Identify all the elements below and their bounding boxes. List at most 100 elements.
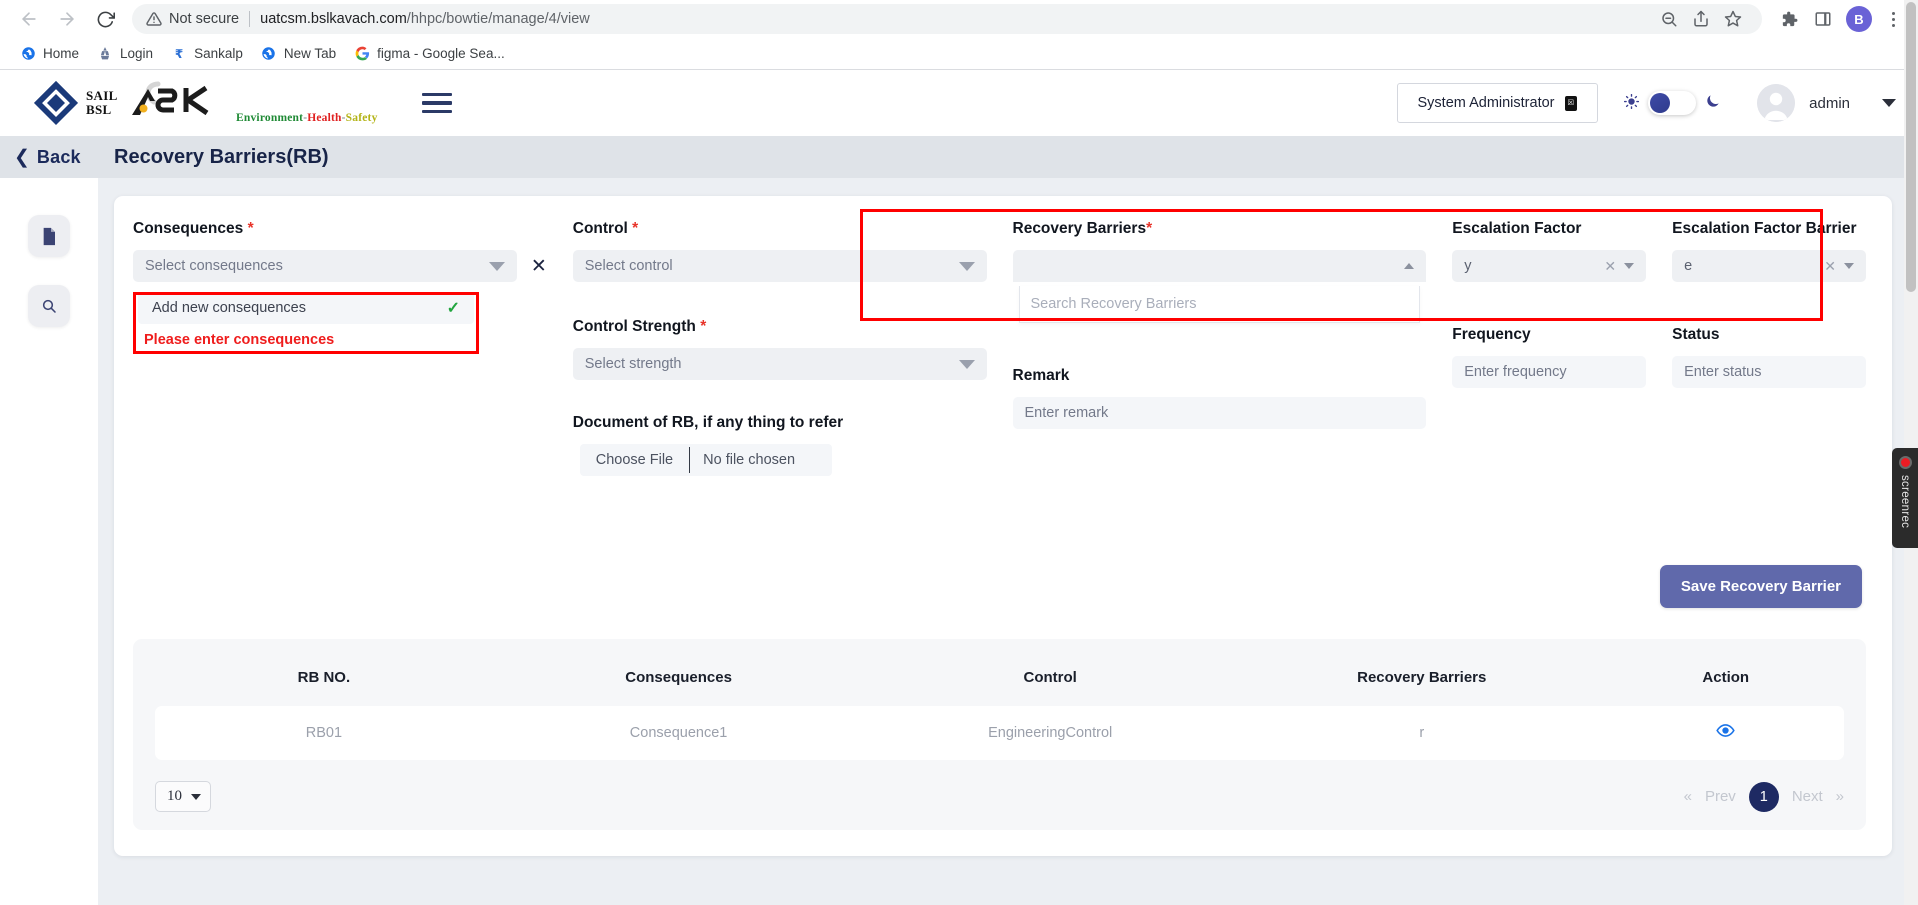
form-row-1: Consequences * Select consequences ✕ Add… bbox=[133, 220, 1866, 476]
search-icon[interactable] bbox=[28, 285, 70, 327]
file-input[interactable]: Choose File No file chosen bbox=[579, 444, 832, 476]
required-marker: * bbox=[1146, 220, 1153, 237]
page-size-value: 10 bbox=[167, 788, 182, 804]
bookmark-figma-search[interactable]: figma - Google Sea... bbox=[346, 42, 513, 66]
remark-input[interactable]: Enter remark bbox=[1012, 397, 1427, 429]
table-body: RB01 Consequence1 EngineeringControl r bbox=[155, 706, 1844, 760]
page-size-select[interactable]: 10 bbox=[155, 781, 211, 812]
escalation-factor-label: Escalation Factor bbox=[1452, 220, 1582, 237]
pagination-last[interactable]: » bbox=[1836, 788, 1844, 805]
side-panel-icon[interactable] bbox=[1808, 4, 1838, 34]
bookmark-sankalp[interactable]: ₹ Sankalp bbox=[163, 42, 251, 66]
document-label: Document of RB, if any thing to refer bbox=[572, 414, 844, 431]
bookmark-new-tab[interactable]: New Tab bbox=[253, 42, 344, 66]
chevron-left-icon: ❮ bbox=[14, 146, 30, 168]
page-body: ❮ Back Recovery Barriers(RB) Consequence… bbox=[0, 136, 1918, 905]
bookmark-label: Home bbox=[43, 46, 80, 61]
choose-file-button[interactable]: Choose File bbox=[580, 452, 689, 468]
status-field-group: Status Enter status bbox=[1672, 326, 1866, 388]
brand-logo[interactable]: SAIL BSL Environment-Health-Safety bbox=[30, 77, 378, 129]
browser-profile-avatar[interactable]: B bbox=[1846, 6, 1872, 32]
escalation-factor-select[interactable]: y ✕ bbox=[1452, 250, 1647, 282]
clear-consequences-button[interactable]: ✕ bbox=[531, 257, 547, 276]
back-label: Back bbox=[36, 146, 81, 167]
google-icon bbox=[354, 46, 370, 62]
pagination-first[interactable]: « bbox=[1684, 788, 1692, 805]
cell-action bbox=[1608, 706, 1844, 760]
sun-icon bbox=[1624, 93, 1640, 112]
table-head: RB NO. Consequences Control Recovery Bar… bbox=[155, 657, 1844, 706]
chevron-down-icon[interactable] bbox=[1882, 99, 1896, 107]
zoom-out-icon[interactable] bbox=[1654, 4, 1684, 34]
chevron-down-icon bbox=[958, 261, 975, 271]
cell-control: EngineeringControl bbox=[988, 725, 1113, 741]
escalation-factor-field-group: Escalation Factor y ✕ Frequency Enter fr… bbox=[1452, 220, 1647, 388]
consequences-label: Consequences * bbox=[133, 220, 254, 237]
pagination: « Prev 1 Next » bbox=[1684, 781, 1844, 812]
table-row[interactable]: RB01 Consequence1 EngineeringControl r bbox=[155, 706, 1844, 760]
forward-arrow-icon[interactable] bbox=[50, 2, 84, 36]
add-new-consequences-placeholder: Add new consequences bbox=[152, 300, 306, 316]
close-icon[interactable]: ✕ bbox=[1604, 258, 1624, 275]
frequency-field-group: Frequency Enter frequency bbox=[1452, 326, 1647, 388]
control-strength-select[interactable]: Select strength bbox=[572, 348, 987, 380]
add-new-consequences-input[interactable]: Add new consequences ✓ bbox=[138, 292, 474, 324]
sail-wordmark: SAIL BSL bbox=[86, 89, 118, 116]
bookmark-login[interactable]: Login bbox=[89, 42, 161, 66]
close-icon[interactable]: ✕ bbox=[1824, 258, 1844, 275]
bookmark-label: Sankalp bbox=[194, 46, 243, 61]
column-header-recovery-barriers: Recovery Barriers bbox=[1357, 669, 1487, 686]
reload-icon[interactable] bbox=[88, 2, 122, 36]
user-name-label: admin bbox=[1809, 94, 1850, 112]
bookmark-star-icon[interactable] bbox=[1718, 4, 1748, 34]
document-icon[interactable] bbox=[28, 215, 70, 257]
url-text: uatcsm.bslkavach.com/hhpc/bowtie/manage/… bbox=[260, 11, 590, 27]
screenrec-widget[interactable]: screenrec bbox=[1892, 448, 1918, 548]
page-title: Recovery Barriers(RB) bbox=[114, 145, 329, 168]
check-icon[interactable]: ✓ bbox=[447, 298, 460, 318]
cell-rb-no: RB01 bbox=[305, 725, 343, 741]
required-marker: * bbox=[632, 220, 639, 237]
control-strength-label: Control Strength * bbox=[572, 318, 707, 335]
browser-menu-icon[interactable] bbox=[1880, 4, 1906, 34]
record-dot-icon[interactable] bbox=[1898, 456, 1912, 469]
chevron-up-icon bbox=[1404, 263, 1415, 269]
recovery-barriers-search-input[interactable]: Search Recovery Barriers bbox=[1031, 296, 1197, 312]
back-arrow-icon[interactable] bbox=[12, 2, 46, 36]
frequency-placeholder: Enter frequency bbox=[1464, 364, 1567, 380]
escalation-factor-barrier-select[interactable]: e ✕ bbox=[1672, 250, 1866, 282]
pagination-prev[interactable]: Prev bbox=[1705, 788, 1736, 805]
pagination-page-1[interactable]: 1 bbox=[1748, 781, 1779, 812]
address-bar[interactable]: Not secure uatcsm.bslkavach.com/hhpc/bow… bbox=[132, 4, 1762, 34]
scrollbar-thumb[interactable] bbox=[1906, 2, 1916, 292]
role-selector[interactable]: System Administrator ☒ bbox=[1396, 83, 1599, 123]
pagination-next[interactable]: Next bbox=[1792, 788, 1823, 805]
frequency-input[interactable]: Enter frequency bbox=[1452, 356, 1647, 388]
sail-diamond-icon bbox=[30, 77, 82, 129]
bookmark-home[interactable]: Home bbox=[12, 42, 87, 66]
extensions-icon[interactable] bbox=[1774, 4, 1804, 34]
hamburger-menu-icon[interactable] bbox=[421, 90, 452, 116]
recovery-barriers-select[interactable] bbox=[1012, 250, 1427, 282]
recovery-barriers-dropdown-panel: Search Recovery Barriers bbox=[1018, 286, 1421, 323]
share-icon[interactable] bbox=[1686, 4, 1716, 34]
not-secure-warning-icon bbox=[146, 11, 162, 27]
back-button[interactable]: ❮ Back bbox=[0, 136, 98, 178]
status-input[interactable]: Enter status bbox=[1672, 356, 1866, 388]
theme-switch[interactable] bbox=[1648, 91, 1697, 115]
consequences-error-message: Please enter consequences bbox=[144, 332, 335, 348]
column-header-action: Action bbox=[1702, 669, 1750, 686]
user-menu[interactable]: admin bbox=[1757, 84, 1850, 122]
eye-icon[interactable] bbox=[1716, 724, 1735, 744]
consequences-placeholder: Select consequences bbox=[145, 258, 283, 274]
save-recovery-barrier-button[interactable]: Save Recovery Barrier bbox=[1659, 565, 1862, 608]
theme-toggle[interactable] bbox=[1624, 91, 1721, 115]
escalation-factor-barrier-label: Escalation Factor Barrier bbox=[1672, 220, 1857, 237]
file-name-label: No file chosen bbox=[703, 452, 796, 468]
frequency-label: Frequency bbox=[1452, 326, 1531, 343]
app-header: SAIL BSL Environment-Health-Safety Syste… bbox=[0, 70, 1918, 136]
consequences-select[interactable]: Select consequences bbox=[133, 250, 517, 282]
table-footer: 10 « Prev 1 Next » bbox=[155, 781, 1844, 812]
chevron-down-icon bbox=[191, 793, 201, 800]
control-select[interactable]: Select control bbox=[572, 250, 987, 282]
